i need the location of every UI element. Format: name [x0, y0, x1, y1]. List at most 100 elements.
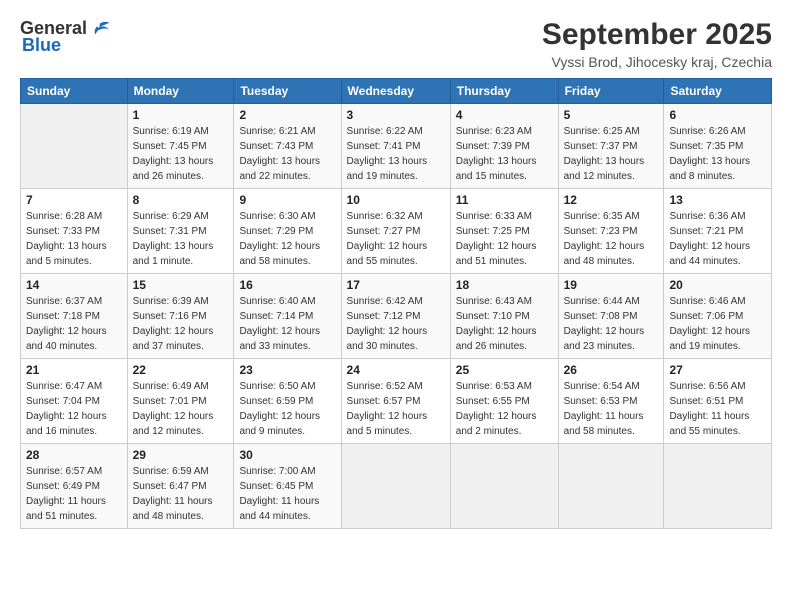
col-tuesday: Tuesday — [234, 79, 341, 104]
day-number: 16 — [239, 278, 335, 292]
calendar-cell: 26 Sunrise: 6:54 AMSunset: 6:53 PMDayligh… — [558, 359, 664, 444]
day-info: Sunrise: 6:32 AMSunset: 7:27 PMDaylight:… — [347, 209, 445, 269]
calendar-cell: 10Sunrise: 6:32 AMSunset: 7:27 PMDayligh… — [341, 189, 450, 274]
logo: General Blue — [20, 18, 111, 56]
day-info: Sunrise: 6:35 AMSunset: 7:23 PMDaylight:… — [564, 209, 659, 269]
calendar-week-row: 1 Sunrise: 6:19 AMSunset: 7:45 PMDaylight… — [21, 104, 772, 189]
day-info: Sunrise: 6:50 AMSunset: 6:59 PMDaylight:… — [239, 379, 335, 439]
col-saturday: Saturday — [664, 79, 772, 104]
calendar-cell — [21, 104, 128, 189]
title-block: September 2025 Vyssi Brod, Jihocesky kra… — [542, 18, 772, 70]
calendar-week-row: 28 Sunrise: 6:57 AMSunset: 6:49 PMDayligh… — [21, 444, 772, 529]
calendar-week-row: 21 Sunrise: 6:47 AMSunset: 7:04 PMDayligh… — [21, 359, 772, 444]
calendar-cell: 24 Sunrise: 6:52 AMSunset: 6:57 PMDayligh… — [341, 359, 450, 444]
day-number: 30 — [239, 448, 335, 462]
day-info: Sunrise: 6:54 AMSunset: 6:53 PMDaylight:… — [564, 379, 659, 439]
day-number: 8 — [133, 193, 229, 207]
calendar-cell: 7 Sunrise: 6:28 AMSunset: 7:33 PMDaylight… — [21, 189, 128, 274]
day-number: 12 — [564, 193, 659, 207]
calendar-cell: 21 Sunrise: 6:47 AMSunset: 7:04 PMDayligh… — [21, 359, 128, 444]
day-info: Sunrise: 6:59 AMSunset: 6:47 PMDaylight:… — [133, 464, 229, 524]
page: General Blue September 2025 Vyssi Brod, … — [0, 0, 792, 612]
calendar-cell: 1 Sunrise: 6:19 AMSunset: 7:45 PMDaylight… — [127, 104, 234, 189]
calendar-cell: 11 Sunrise: 6:33 AMSunset: 7:25 PMDayligh… — [450, 189, 558, 274]
day-info: Sunrise: 6:23 AMSunset: 7:39 PMDaylight:… — [456, 124, 553, 184]
calendar-cell: 5Sunrise: 6:25 AMSunset: 7:37 PMDaylight… — [558, 104, 664, 189]
day-number: 13 — [669, 193, 766, 207]
day-info: Sunrise: 6:29 AMSunset: 7:31 PMDaylight:… — [133, 209, 229, 269]
calendar-cell — [664, 444, 772, 529]
day-number: 21 — [26, 363, 122, 377]
day-info: Sunrise: 6:40 AMSunset: 7:14 PMDaylight:… — [239, 294, 335, 354]
calendar-cell: 14 Sunrise: 6:37 AMSunset: 7:18 PMDayligh… — [21, 274, 128, 359]
day-number: 3 — [347, 108, 445, 122]
calendar-cell: 20 Sunrise: 6:46 AMSunset: 7:06 PMDayligh… — [664, 274, 772, 359]
calendar-cell: 25Sunrise: 6:53 AMSunset: 6:55 PMDayligh… — [450, 359, 558, 444]
day-number: 11 — [456, 193, 553, 207]
calendar-cell: 22 Sunrise: 6:49 AMSunset: 7:01 PMDayligh… — [127, 359, 234, 444]
calendar-cell — [450, 444, 558, 529]
day-info: Sunrise: 6:42 AMSunset: 7:12 PMDaylight:… — [347, 294, 445, 354]
day-number: 26 — [564, 363, 659, 377]
calendar-cell: 29 Sunrise: 6:59 AMSunset: 6:47 PMDayligh… — [127, 444, 234, 529]
logo-blue-text: Blue — [22, 36, 61, 56]
day-number: 18 — [456, 278, 553, 292]
day-info: Sunrise: 6:33 AMSunset: 7:25 PMDaylight:… — [456, 209, 553, 269]
day-number: 1 — [133, 108, 229, 122]
day-number: 6 — [669, 108, 766, 122]
logo-bird-icon — [89, 18, 111, 40]
day-info: Sunrise: 6:19 AMSunset: 7:45 PMDaylight:… — [133, 124, 229, 184]
col-wednesday: Wednesday — [341, 79, 450, 104]
calendar-cell: 2 Sunrise: 6:21 AMSunset: 7:43 PMDaylight… — [234, 104, 341, 189]
calendar-table: Sunday Monday Tuesday Wednesday Thursday… — [20, 78, 772, 529]
day-info: Sunrise: 6:43 AMSunset: 7:10 PMDaylight:… — [456, 294, 553, 354]
col-thursday: Thursday — [450, 79, 558, 104]
day-info: Sunrise: 6:46 AMSunset: 7:06 PMDaylight:… — [669, 294, 766, 354]
calendar-cell: 19 Sunrise: 6:44 AMSunset: 7:08 PMDayligh… — [558, 274, 664, 359]
day-info: Sunrise: 6:47 AMSunset: 7:04 PMDaylight:… — [26, 379, 122, 439]
day-info: Sunrise: 6:53 AMSunset: 6:55 PMDaylight:… — [456, 379, 553, 439]
day-number: 5 — [564, 108, 659, 122]
calendar-cell: 13 Sunrise: 6:36 AMSunset: 7:21 PMDayligh… — [664, 189, 772, 274]
calendar-title: September 2025 — [542, 18, 772, 52]
calendar-cell: 18 Sunrise: 6:43 AMSunset: 7:10 PMDayligh… — [450, 274, 558, 359]
col-friday: Friday — [558, 79, 664, 104]
day-info: Sunrise: 6:57 AMSunset: 6:49 PMDaylight:… — [26, 464, 122, 524]
day-info: Sunrise: 6:52 AMSunset: 6:57 PMDaylight:… — [347, 379, 445, 439]
day-number: 7 — [26, 193, 122, 207]
day-info: Sunrise: 6:37 AMSunset: 7:18 PMDaylight:… — [26, 294, 122, 354]
day-number: 28 — [26, 448, 122, 462]
day-number: 2 — [239, 108, 335, 122]
calendar-header-row: Sunday Monday Tuesday Wednesday Thursday… — [21, 79, 772, 104]
col-monday: Monday — [127, 79, 234, 104]
day-number: 22 — [133, 363, 229, 377]
day-info: Sunrise: 6:44 AMSunset: 7:08 PMDaylight:… — [564, 294, 659, 354]
day-number: 4 — [456, 108, 553, 122]
day-number: 29 — [133, 448, 229, 462]
day-number: 15 — [133, 278, 229, 292]
calendar-cell: 6Sunrise: 6:26 AMSunset: 7:35 PMDaylight… — [664, 104, 772, 189]
day-info: Sunrise: 6:28 AMSunset: 7:33 PMDaylight:… — [26, 209, 122, 269]
calendar-cell: 8 Sunrise: 6:29 AMSunset: 7:31 PMDaylight… — [127, 189, 234, 274]
day-info: Sunrise: 6:49 AMSunset: 7:01 PMDaylight:… — [133, 379, 229, 439]
day-number: 14 — [26, 278, 122, 292]
calendar-cell — [558, 444, 664, 529]
calendar-cell: 3 Sunrise: 6:22 AMSunset: 7:41 PMDaylight… — [341, 104, 450, 189]
day-number: 27 — [669, 363, 766, 377]
day-number: 23 — [239, 363, 335, 377]
header: General Blue September 2025 Vyssi Brod, … — [20, 18, 772, 70]
day-number: 9 — [239, 193, 335, 207]
calendar-subtitle: Vyssi Brod, Jihocesky kraj, Czechia — [542, 54, 772, 70]
day-info: Sunrise: 6:22 AMSunset: 7:41 PMDaylight:… — [347, 124, 445, 184]
day-info: Sunrise: 6:21 AMSunset: 7:43 PMDaylight:… — [239, 124, 335, 184]
day-number: 19 — [564, 278, 659, 292]
day-info: Sunrise: 6:36 AMSunset: 7:21 PMDaylight:… — [669, 209, 766, 269]
day-info: Sunrise: 6:56 AMSunset: 6:51 PMDaylight:… — [669, 379, 766, 439]
col-sunday: Sunday — [21, 79, 128, 104]
day-number: 24 — [347, 363, 445, 377]
calendar-cell — [341, 444, 450, 529]
calendar-cell: 12 Sunrise: 6:35 AMSunset: 7:23 PMDayligh… — [558, 189, 664, 274]
day-info: Sunrise: 6:30 AMSunset: 7:29 PMDaylight:… — [239, 209, 335, 269]
day-number: 20 — [669, 278, 766, 292]
calendar-cell: 27 Sunrise: 6:56 AMSunset: 6:51 PMDayligh… — [664, 359, 772, 444]
